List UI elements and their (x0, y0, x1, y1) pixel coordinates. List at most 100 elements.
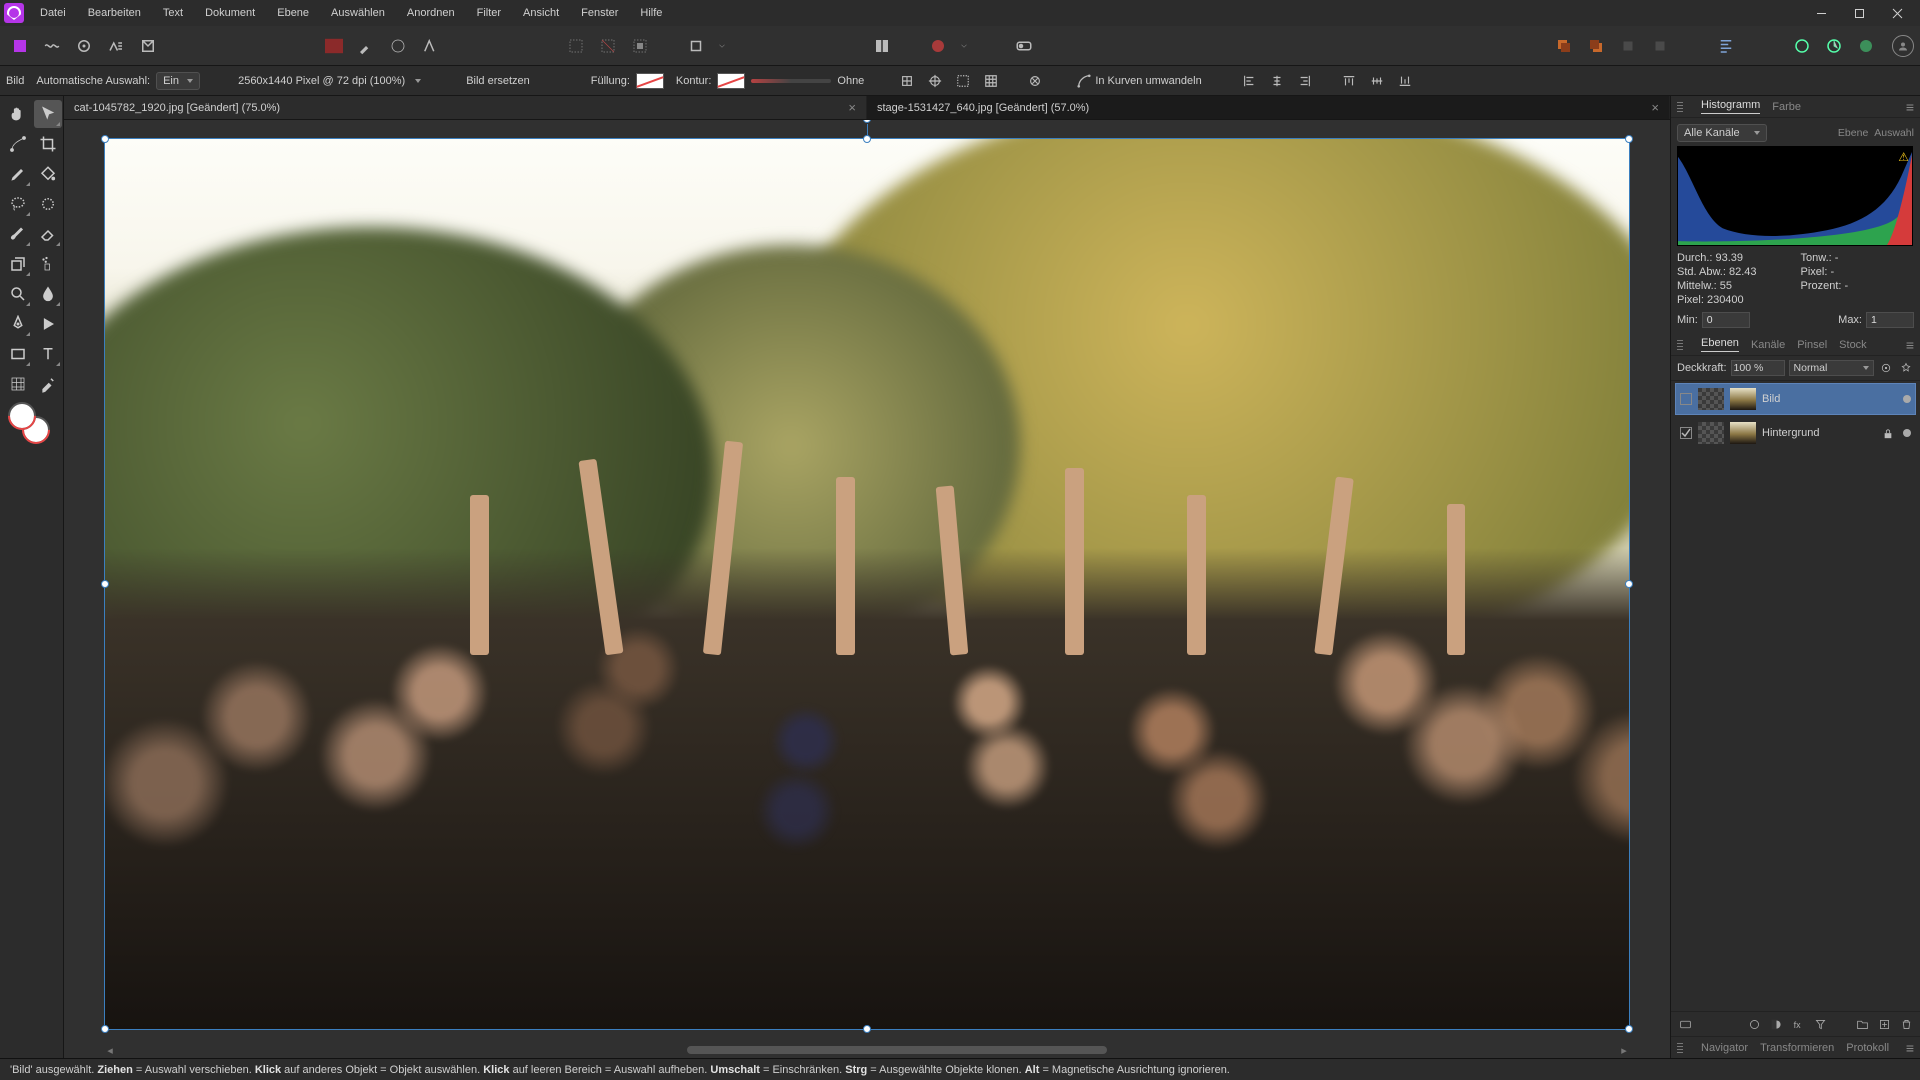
handle-top-mid[interactable] (863, 135, 871, 143)
handle-top-right[interactable] (1625, 135, 1633, 143)
panel-grip-icon[interactable] (1677, 1043, 1683, 1053)
layer-image-thumb[interactable] (1730, 388, 1756, 410)
tab-pinsel[interactable]: Pinsel (1797, 339, 1827, 351)
assistant-icon[interactable] (924, 32, 952, 60)
tab-protokoll[interactable]: Protokoll (1846, 1042, 1889, 1054)
handle-bot-right[interactable] (1625, 1025, 1633, 1033)
sync-3-icon[interactable] (1852, 32, 1880, 60)
tab-stock[interactable]: Stock (1839, 339, 1867, 351)
menu-fenster[interactable]: Fenster (571, 3, 628, 23)
align-right-icon[interactable] (1294, 70, 1316, 92)
menu-anordnen[interactable]: Anordnen (397, 3, 465, 23)
layer-visibility-icon[interactable] (1903, 395, 1911, 403)
persona-export-icon[interactable] (134, 32, 162, 60)
align-left-icon[interactable] (1238, 70, 1260, 92)
crop-dropdown-icon[interactable] (682, 32, 710, 60)
menu-auswaehlen[interactable]: Auswählen (321, 3, 395, 23)
shape-play-tool-icon[interactable] (34, 310, 62, 338)
autosel-dropdown[interactable]: Ein (156, 72, 200, 90)
layer-name[interactable]: Bild (1762, 393, 1780, 405)
select-none-icon[interactable] (562, 32, 590, 60)
handle-bot-mid[interactable] (863, 1025, 871, 1033)
arrange-split-icon[interactable] (868, 32, 896, 60)
menu-text[interactable]: Text (153, 3, 193, 23)
pencil-tool-icon[interactable] (4, 160, 32, 188)
hand-tool-icon[interactable] (4, 100, 32, 128)
layer-fx-gear2-icon[interactable] (1898, 360, 1914, 376)
align-panel-icon[interactable] (1712, 32, 1740, 60)
fg-bg-swatches[interactable] (4, 400, 62, 448)
crop-tool-icon[interactable] (34, 130, 62, 158)
hist-min-input[interactable] (1702, 312, 1750, 328)
scroll-thumb[interactable] (687, 1046, 1108, 1054)
window-minimize-button[interactable] (1802, 0, 1840, 26)
menu-hilfe[interactable]: Hilfe (630, 3, 672, 23)
tab-kanaele[interactable]: Kanäle (1751, 339, 1785, 351)
fill-tool-icon[interactable] (34, 160, 62, 188)
hide-selection-icon[interactable] (952, 70, 974, 92)
panel-menu-icon[interactable]: ≡ (1906, 337, 1914, 353)
text-tool-icon[interactable] (34, 340, 62, 368)
chevron-down-icon[interactable] (956, 32, 972, 60)
close-tab-2-icon[interactable]: × (1651, 100, 1659, 115)
layer-mask-thumb[interactable] (1698, 422, 1724, 444)
hist-ebene-button[interactable]: Ebene (1838, 127, 1868, 139)
stack-back-icon[interactable] (1582, 32, 1610, 60)
autocolor-icon[interactable] (416, 32, 444, 60)
live-filter-icon[interactable] (1812, 1016, 1828, 1032)
fg-swatch-icon[interactable] (8, 402, 36, 430)
document-tab-2[interactable]: stage-1531427_640.jpg [Geändert] (57.0%)… (867, 96, 1670, 119)
menu-bearbeiten[interactable]: Bearbeiten (78, 3, 151, 23)
handle-mid-left[interactable] (101, 580, 109, 588)
sync-2-icon[interactable] (1820, 32, 1848, 60)
paint-brush-tool-icon[interactable] (4, 220, 32, 248)
selection-brush-tool-icon[interactable] (34, 190, 62, 218)
align-center-icon[interactable] (1266, 70, 1288, 92)
toggle-ui-icon[interactable] (1010, 32, 1038, 60)
persona-liquify-icon[interactable] (38, 32, 66, 60)
layer-mask-thumb[interactable] (1698, 388, 1724, 410)
spray-tool-icon[interactable] (34, 250, 62, 278)
horizontal-scrollbar[interactable]: ◂ ▸ (104, 1044, 1630, 1056)
blend-mode-dropdown[interactable]: Normal (1789, 360, 1874, 376)
layer-expand-icon[interactable] (1680, 393, 1692, 405)
selection-bounds[interactable] (104, 138, 1630, 1030)
rectangle-tool-icon[interactable] (4, 340, 32, 368)
dimensions-readout[interactable]: 2560x1440 Pixel @ 72 dpi (100%) (232, 73, 425, 89)
eyedropper-tool-icon[interactable] (34, 370, 62, 398)
hist-auswahl-button[interactable]: Auswahl (1874, 127, 1914, 139)
window-maximize-button[interactable] (1840, 0, 1878, 26)
dodge-tool-icon[interactable] (4, 280, 32, 308)
window-close-button[interactable] (1878, 0, 1916, 26)
menu-datei[interactable]: Datei (30, 3, 76, 23)
fx-layer-icon[interactable]: fx (1790, 1016, 1806, 1032)
account-avatar-icon[interactable] (1892, 35, 1914, 57)
stroke-swatch[interactable] (717, 73, 745, 89)
align-top-icon[interactable] (1338, 70, 1360, 92)
rotation-handle[interactable] (863, 120, 871, 123)
panel-grip-icon[interactable] (1677, 340, 1683, 350)
panel-menu-icon[interactable]: ≡ (1906, 99, 1914, 115)
swatch-1-icon[interactable] (320, 32, 348, 60)
node-tool-icon[interactable] (4, 130, 32, 158)
menu-filter[interactable]: Filter (467, 3, 511, 23)
delete-layer-icon[interactable] (1898, 1016, 1914, 1032)
stroke-width-slider[interactable] (751, 79, 831, 83)
group-layer-icon[interactable] (1854, 1016, 1870, 1032)
sync-1-icon[interactable] (1788, 32, 1816, 60)
layer-lock-icon[interactable] (1883, 429, 1891, 437)
lock-children-icon[interactable] (896, 70, 918, 92)
smudge-tool-icon[interactable] (34, 280, 62, 308)
layer-tag-icon[interactable] (1677, 1016, 1693, 1032)
document-tab-1[interactable]: cat-1045782_1920.jpg [Geändert] (75.0%) … (64, 96, 867, 119)
panel-menu-icon[interactable]: ≡ (1906, 1040, 1914, 1056)
select-invert-icon[interactable] (594, 32, 622, 60)
scroll-left-icon[interactable]: ◂ (104, 1044, 116, 1056)
close-tab-1-icon[interactable]: × (848, 100, 856, 115)
layer-row-hintergrund[interactable]: Hintergrund (1675, 417, 1916, 449)
pen-tool-icon[interactable] (4, 310, 32, 338)
add-layer-icon[interactable] (1876, 1016, 1892, 1032)
replace-image-button[interactable]: Bild ersetzen (457, 71, 539, 91)
layer-expand-icon[interactable] (1680, 427, 1692, 439)
fill-swatch[interactable] (636, 73, 664, 89)
